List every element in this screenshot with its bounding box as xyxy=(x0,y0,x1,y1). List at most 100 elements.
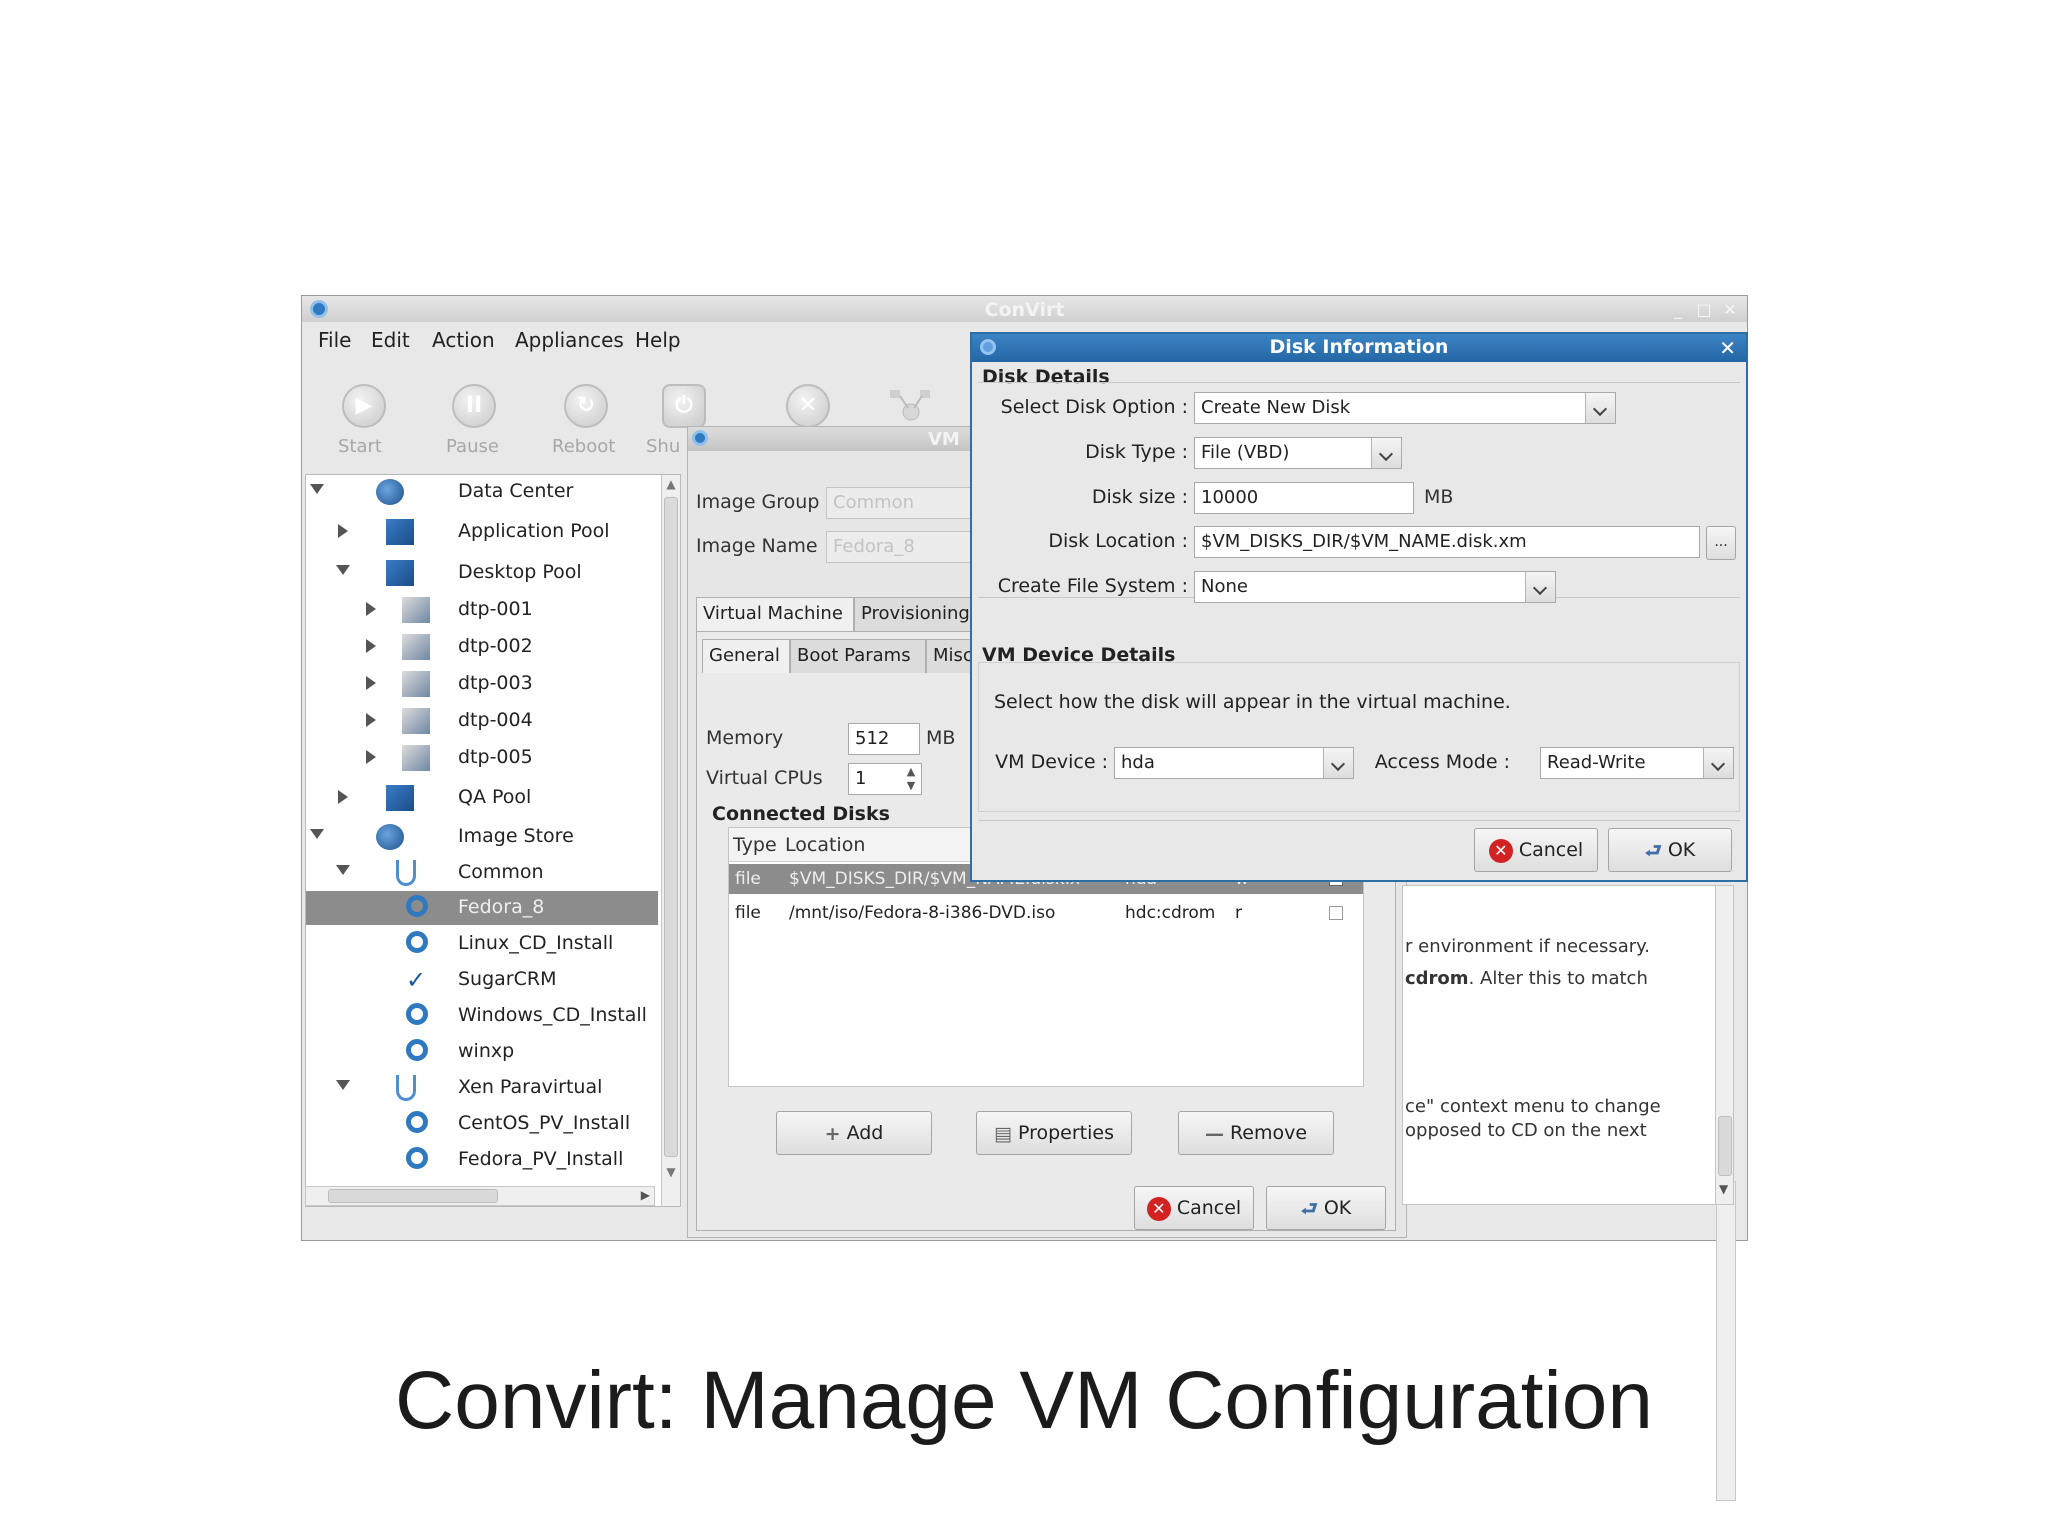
menu-file[interactable]: File xyxy=(318,328,351,352)
tree-vertical-scrollbar[interactable]: ▲ ▼ xyxy=(661,475,680,1206)
menu-appliances[interactable]: Appliances xyxy=(515,328,624,352)
scroll-down-icon[interactable]: ▼ xyxy=(1719,1182,1728,1196)
table-row[interactable]: file /mnt/iso/Fedora-8-i386-DVD.iso hdc:… xyxy=(729,898,1363,928)
chevron-down-icon[interactable] xyxy=(1703,748,1733,778)
close-icon[interactable]: ✕ xyxy=(1721,300,1739,319)
chevron-down-icon[interactable] xyxy=(1585,393,1615,423)
tab-boot-params[interactable]: Boot Params xyxy=(790,639,926,673)
tree-item-windows-cd-install[interactable]: Windows_CD_Install xyxy=(306,999,658,1033)
tab-general[interactable]: General xyxy=(702,639,790,673)
image-icon xyxy=(406,895,428,917)
expander-icon[interactable] xyxy=(338,524,348,538)
dialog-cancel-button[interactable]: ✕ Cancel xyxy=(1474,828,1598,872)
chevron-down-icon[interactable] xyxy=(1371,438,1401,468)
start-label: Start xyxy=(338,436,382,457)
scroll-down-icon[interactable]: ▼ xyxy=(664,1165,678,1181)
vm-ok-button[interactable]: ⮐ OK xyxy=(1266,1186,1386,1230)
tree-item-fedora-8[interactable]: Fedora_8 xyxy=(306,891,658,925)
expander-icon[interactable] xyxy=(366,602,376,616)
info-scrollbar[interactable]: ▼ xyxy=(1715,886,1733,1204)
dialog-ok-button[interactable]: ⮐ OK xyxy=(1608,828,1732,872)
tree-item-image-store[interactable]: Image Store xyxy=(306,820,658,854)
memory-unit: MB xyxy=(926,727,956,749)
tree-item-sugarcrm[interactable]: ✓ SugarCRM xyxy=(306,963,658,997)
network-icon[interactable] xyxy=(888,388,934,428)
disk-properties-button[interactable]: ▤ Properties xyxy=(976,1111,1132,1155)
expander-icon[interactable] xyxy=(366,713,376,727)
expander-icon[interactable] xyxy=(336,565,350,575)
expander-icon[interactable] xyxy=(336,1080,350,1090)
maximize-icon[interactable]: □ xyxy=(1695,300,1713,319)
expander-icon[interactable] xyxy=(310,484,324,494)
disk-type-cell: file xyxy=(735,869,761,889)
server-pool-icon xyxy=(386,519,414,545)
select-disk-option-combo[interactable]: Create New Disk xyxy=(1194,392,1616,424)
expander-icon[interactable] xyxy=(310,829,324,839)
memory-input[interactable]: 512 xyxy=(848,723,920,755)
expander-icon[interactable] xyxy=(366,639,376,653)
vm-cancel-button[interactable]: ✕ Cancel xyxy=(1134,1186,1254,1230)
hscroll-thumb[interactable] xyxy=(328,1189,498,1203)
tab-virtual-machine[interactable]: Virtual Machine xyxy=(696,597,854,631)
tree-item-dtp-005[interactable]: dtp-005 xyxy=(306,741,658,775)
menu-action[interactable]: Action xyxy=(432,328,495,352)
tree-item-common[interactable]: Common xyxy=(306,856,658,890)
tree-item-dtp-003[interactable]: dtp-003 xyxy=(306,667,658,701)
disk-type-combo[interactable]: File (VBD) xyxy=(1194,437,1402,469)
tree-item-dtp-002[interactable]: dtp-002 xyxy=(306,630,658,664)
info-line-1: r environment if necessary. xyxy=(1405,936,1650,957)
scroll-right-icon[interactable]: ▶ xyxy=(641,1188,650,1202)
tree-item-winxp[interactable]: winxp xyxy=(306,1035,658,1069)
disk-checkbox[interactable] xyxy=(1329,906,1343,920)
info-panel: r environment if necessary. cdrom. Alter… xyxy=(1402,885,1734,1205)
tree-item-centos-pv-install[interactable]: CentOS_PV_Install xyxy=(306,1107,658,1141)
column-header-location[interactable]: Location xyxy=(785,834,865,856)
tree-item-application-pool[interactable]: Application Pool xyxy=(306,515,658,549)
info-line-2-rest: . Alter this to match xyxy=(1468,968,1648,989)
expander-icon[interactable] xyxy=(336,865,350,875)
tree-item-xen-paravirtual[interactable]: Xen Paravirtual xyxy=(306,1071,658,1105)
tree-item-fedora-pv-install[interactable]: Fedora_PV_Install xyxy=(306,1143,658,1177)
start-button[interactable]: ▶ Start xyxy=(334,384,394,460)
tree-item-qa-pool[interactable]: QA Pool xyxy=(306,781,658,815)
browse-button[interactable]: ... xyxy=(1706,526,1736,560)
info-scroll-thumb[interactable] xyxy=(1718,1116,1732,1176)
chevron-down-icon[interactable] xyxy=(1525,572,1555,602)
access-mode-value: Read-Write xyxy=(1547,752,1646,773)
ok-arrow-icon: ⮐ xyxy=(1644,839,1662,862)
disk-location-input[interactable]: $VM_DISKS_DIR/$VM_NAME.disk.xm xyxy=(1194,526,1700,558)
chevron-down-icon[interactable] xyxy=(1323,748,1353,778)
scroll-up-icon[interactable]: ▲ xyxy=(664,477,678,493)
tree-item-linux-cd-install[interactable]: Linux_CD_Install xyxy=(306,927,658,961)
remove-disk-button[interactable]: — Remove xyxy=(1178,1111,1334,1155)
tree-item-dtp-004[interactable]: dtp-004 xyxy=(306,704,658,738)
info-panel-scrollbar[interactable] xyxy=(1716,1181,1736,1501)
tree-item-label: Linux_CD_Install xyxy=(458,932,614,954)
window-title: ConVirt xyxy=(984,299,1065,321)
scroll-thumb[interactable] xyxy=(664,497,678,1157)
add-disk-button[interactable]: + Add xyxy=(776,1111,932,1155)
disk-size-input[interactable]: 10000 xyxy=(1194,482,1414,514)
tree-item-desktop-pool[interactable]: Desktop Pool xyxy=(306,556,658,590)
reboot-button[interactable]: ↻ Reboot xyxy=(552,384,622,460)
tree-item-dtp-001[interactable]: dtp-001 xyxy=(306,593,658,627)
access-mode-combo[interactable]: Read-Write xyxy=(1540,747,1734,779)
expander-icon[interactable] xyxy=(366,750,376,764)
memory-label: Memory xyxy=(706,727,784,749)
expander-icon[interactable] xyxy=(338,790,348,804)
tree-item-label: Image Store xyxy=(458,825,574,847)
column-header-type[interactable]: Type xyxy=(733,834,777,856)
menu-edit[interactable]: Edit xyxy=(371,328,410,352)
cancel-icon: ✕ xyxy=(1146,1196,1171,1221)
tree-item-data-center[interactable]: Data Center xyxy=(306,475,658,509)
tree-horizontal-scrollbar[interactable]: ▶ xyxy=(305,1186,655,1206)
menu-help[interactable]: Help xyxy=(635,328,681,352)
kill-icon[interactable]: ✕ xyxy=(786,384,830,428)
vm-device-combo[interactable]: hda xyxy=(1114,747,1354,779)
spinner-arrows-icon[interactable]: ▲ ▼ xyxy=(902,765,920,793)
minimize-icon[interactable]: _ xyxy=(1669,300,1687,319)
dialog-close-icon[interactable]: ✕ xyxy=(1719,336,1736,360)
expander-icon[interactable] xyxy=(366,676,376,690)
create-file-system-combo[interactable]: None xyxy=(1194,571,1556,603)
pause-button[interactable]: II Pause xyxy=(446,384,506,460)
